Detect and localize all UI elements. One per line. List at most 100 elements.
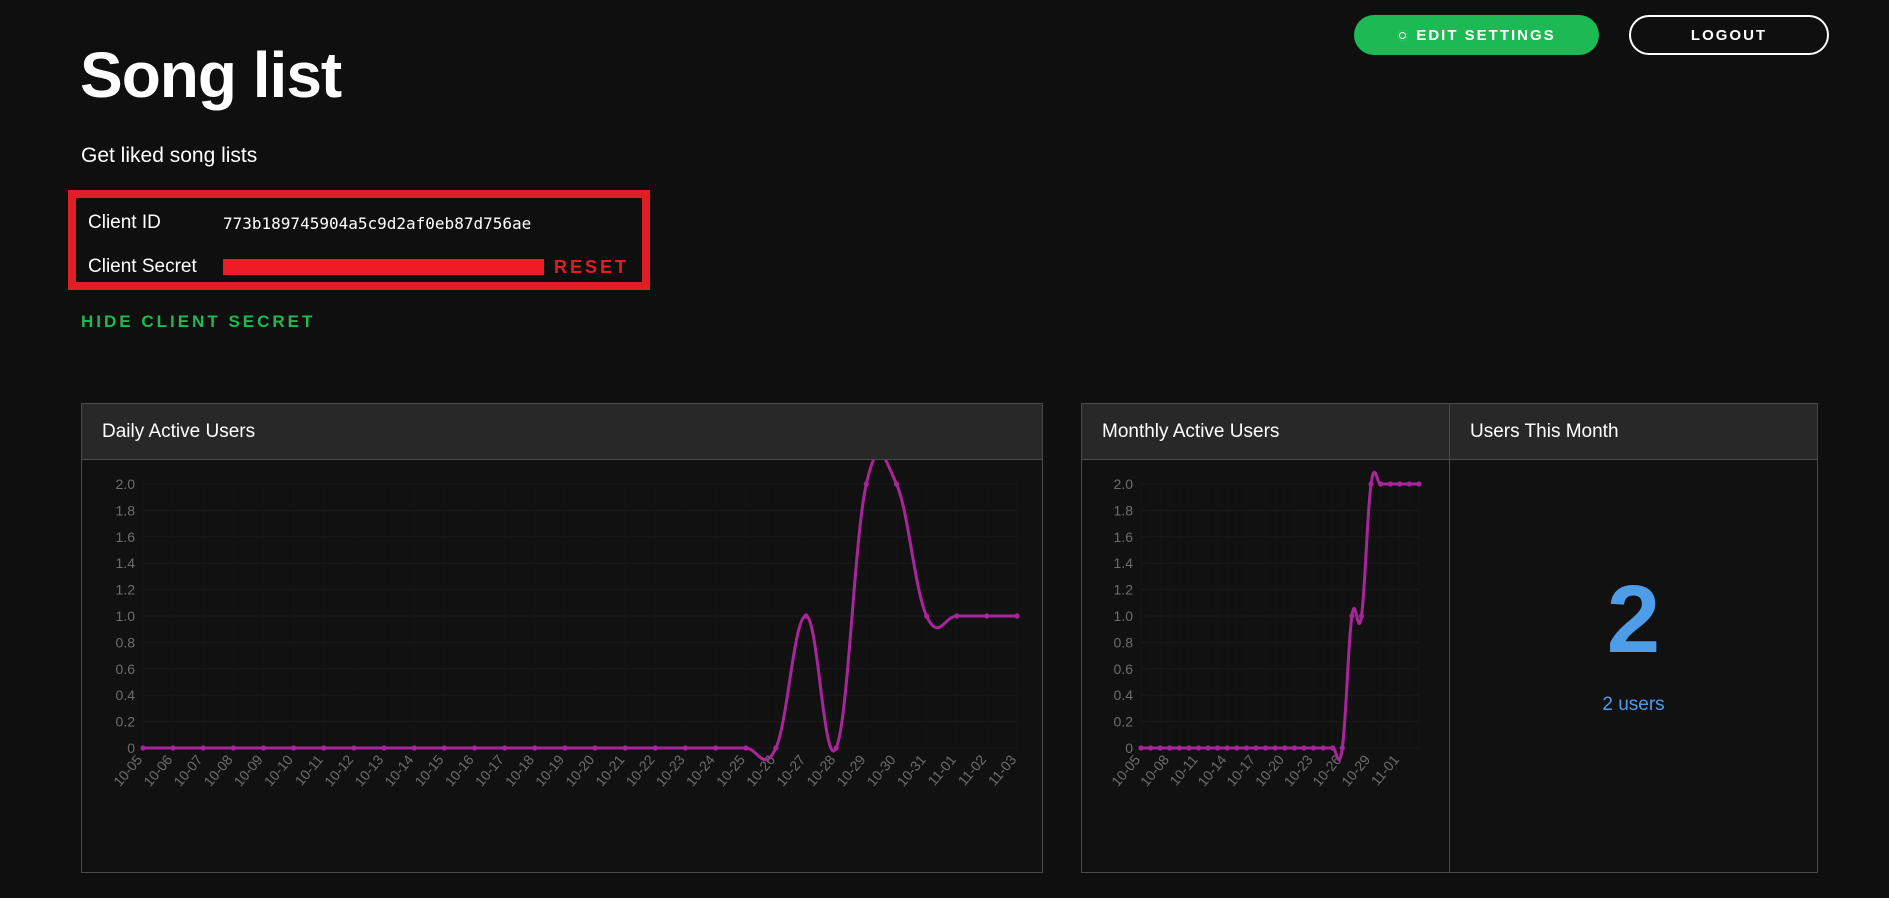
dau-ytick-label: 1.0	[116, 608, 136, 624]
mau-xtick-label: 10-17	[1223, 751, 1258, 789]
mau-xtick-label: 10-11	[1166, 751, 1201, 788]
dau-xtick-label: 10-30	[863, 751, 898, 789]
dau-data-point	[140, 745, 146, 751]
mau-data-point	[1253, 745, 1259, 751]
dau-xtick-label: 10-09	[231, 751, 266, 789]
mau-xtick-label: 10-29	[1338, 751, 1373, 789]
client-id-value[interactable]: 773b189745904a5c9d2af0eb87d756ae	[223, 214, 531, 233]
mau-xtick-label: 11-01	[1368, 751, 1403, 788]
dau-xtick-label: 10-08	[200, 751, 235, 789]
dau-ytick-label: 1.6	[116, 529, 136, 545]
dau-data-point	[954, 613, 960, 619]
mau-data-point	[1205, 745, 1211, 751]
dau-xtick-label: 10-21	[592, 751, 627, 789]
dau-data-point	[170, 745, 176, 751]
reset-secret-link[interactable]: RESET	[554, 257, 629, 278]
daily-active-users-chart: 00.20.40.60.81.01.21.41.61.82.010-0510-0…	[110, 452, 1020, 789]
mau-ytick-label: 1.6	[1114, 529, 1134, 545]
dau-data-point	[200, 745, 206, 751]
dau-xtick-label: 11-01	[924, 751, 959, 788]
mau-data-point	[1215, 745, 1221, 751]
mau-data-point	[1291, 745, 1297, 751]
monthly-panel-body: 0 0.2 0.4 0.6 0.8 1.0 1.2 1.4 1.6 1.8 2.0 10-05 10-0…	[1082, 460, 1817, 872]
logout-button[interactable]: LOGOUT	[1629, 15, 1829, 55]
mau-xtick-label: 10-05	[1108, 751, 1143, 789]
dau-xtick-label: 10-07	[170, 751, 205, 789]
monthly-panel-headers: Monthly Active Users Users This Month	[1082, 404, 1817, 460]
dau-data-point	[622, 745, 628, 751]
dau-data-point	[532, 745, 538, 751]
dau-ytick-label: 1.2	[116, 582, 136, 598]
mau-xtick-label: 10-08	[1137, 751, 1172, 789]
page-subtitle: Get liked song lists	[81, 144, 258, 167]
dau-xtick-label: 10-20	[562, 751, 597, 789]
dau-data-point	[562, 745, 568, 751]
mau-data-point	[1358, 613, 1365, 619]
users-this-month-value: 2	[1606, 566, 1661, 673]
top-actions: EDIT SETTINGS LOGOUT	[1354, 15, 1829, 55]
mau-data-point	[1224, 745, 1230, 751]
users-this-month-title: Users This Month	[1449, 404, 1817, 460]
edit-settings-label: EDIT SETTINGS	[1416, 26, 1556, 44]
mau-data-point	[1282, 745, 1288, 751]
dau-xtick-label: 10-14	[381, 751, 416, 789]
dau-data-point	[833, 745, 839, 751]
edit-settings-button[interactable]: EDIT SETTINGS	[1354, 15, 1599, 55]
dau-xtick-label: 10-29	[833, 751, 868, 789]
mau-data-point	[1397, 481, 1403, 487]
dau-data-point	[502, 745, 508, 751]
dau-xtick-label: 10-15	[411, 751, 446, 789]
users-this-month-caption: 2 users	[1602, 694, 1665, 715]
users-this-month-card: 2 2 users	[1450, 460, 1817, 872]
dau-data-point	[260, 745, 267, 751]
hide-client-secret-link[interactable]: HIDE CLIENT SECRET	[81, 312, 315, 332]
dau-ytick-label: 0.4	[116, 687, 136, 703]
mau-data-point	[1243, 745, 1250, 751]
monthly-panel: Monthly Active Users Users This Month 00…	[1081, 403, 1818, 873]
dau-xtick-label: 10-11	[292, 751, 327, 788]
dau-ytick-label: 0.8	[116, 634, 136, 650]
dau-data-point	[803, 613, 809, 619]
dau-data-point	[893, 481, 900, 487]
mau-data-point	[1310, 745, 1317, 751]
dau-ytick-label: 2.0	[116, 476, 136, 492]
mau-xtick-label: 10-14	[1194, 751, 1229, 789]
dau-data-point	[773, 745, 779, 751]
dau-xtick-label: 10-13	[351, 751, 386, 789]
dau-data-point	[291, 745, 297, 751]
mau-data-point	[1387, 481, 1393, 487]
dau-data-point	[863, 481, 869, 487]
dau-xtick-label: 10-24	[683, 751, 718, 789]
dau-data-point	[381, 745, 387, 751]
dau-data-point	[984, 613, 990, 619]
mau-data-point	[1330, 745, 1336, 751]
client-id-row: Client ID 773b189745904a5c9d2af0eb87d756…	[88, 212, 531, 234]
mau-ytick-label: 2.0	[1114, 476, 1134, 492]
client-id-label: Client ID	[88, 212, 161, 233]
dau-xtick-label: 10-19	[532, 751, 567, 789]
dau-xtick-label: 10-05	[110, 751, 145, 789]
daily-active-users-panel: Daily Active Users 0 0.2 0.4 0.6 0.8 1.0 1.2 1.…	[81, 403, 1043, 873]
dau-data-point	[743, 745, 749, 751]
dau-data-point	[592, 745, 598, 751]
dau-xtick-label: 10-18	[502, 751, 537, 789]
mau-ytick-label: 0.2	[1114, 714, 1134, 730]
page-title: Song list	[80, 39, 342, 111]
mau-data-point	[1147, 745, 1154, 751]
dau-ytick-label: 0.2	[116, 714, 136, 730]
mau-ytick-label: 1.8	[1114, 502, 1134, 518]
dau-xtick-label: 10-17	[472, 751, 507, 789]
dau-data-point	[682, 745, 689, 751]
mau-ytick-label: 0.6	[1114, 661, 1134, 677]
dau-xtick-label: 10-28	[803, 751, 838, 789]
mau-data-point	[1406, 481, 1413, 487]
dau-data-point	[652, 745, 658, 751]
dau-ytick-label: 0.6	[116, 661, 136, 677]
dau-xtick-label: 10-16	[442, 751, 477, 789]
mau-data-point	[1263, 745, 1269, 751]
credentials-box: Client ID 773b189745904a5c9d2af0eb87d756…	[68, 190, 650, 290]
dau-data-point	[230, 745, 237, 751]
mau-data-point	[1368, 481, 1374, 487]
mau-data-point	[1349, 613, 1355, 619]
mau-data-point	[1416, 481, 1422, 487]
